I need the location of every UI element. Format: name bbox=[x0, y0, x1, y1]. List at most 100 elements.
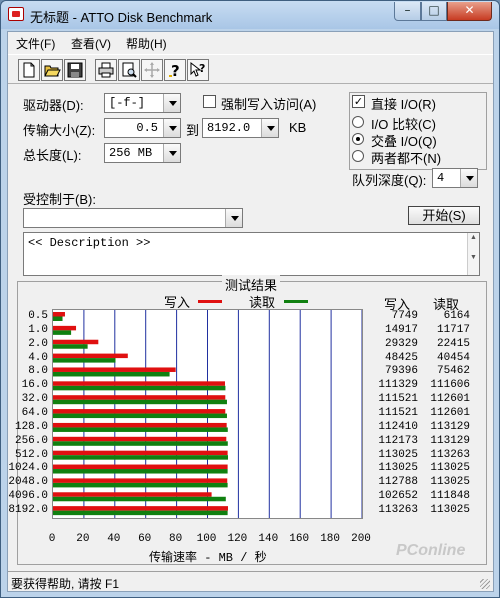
neither-label: 两者都不(N) bbox=[371, 151, 442, 166]
drive-value: [-f-] bbox=[109, 96, 146, 110]
description-scrollbar[interactable]: ▲ ▼ bbox=[467, 233, 479, 275]
neither-radio[interactable] bbox=[352, 150, 364, 162]
y-tick-label: 4.0 bbox=[28, 351, 48, 364]
write-bar bbox=[53, 395, 226, 400]
x-tick-label: 20 bbox=[76, 533, 90, 545]
write-value-cell: 112788 bbox=[378, 476, 418, 489]
overlap-io-radio[interactable] bbox=[352, 133, 364, 145]
resize-grip[interactable] bbox=[480, 579, 490, 589]
io-compare-radio[interactable] bbox=[352, 116, 364, 128]
controlled-by-select[interactable] bbox=[23, 208, 243, 228]
y-tick-label: 2.0 bbox=[28, 337, 48, 350]
transfer-size-label: 传输大小(Z): bbox=[23, 123, 96, 138]
transfer-from-select[interactable]: 0.5 bbox=[104, 118, 181, 138]
chevron-down-icon[interactable] bbox=[163, 119, 180, 137]
new-file-icon[interactable] bbox=[18, 59, 40, 81]
x-tick-label: 40 bbox=[107, 533, 121, 545]
kb-label: KB bbox=[289, 120, 307, 135]
y-tick-label: 8.0 bbox=[28, 365, 48, 378]
menu-bar: 文件(F) 查看(V) 帮助(H) bbox=[8, 32, 493, 52]
toolbar: ? ? bbox=[8, 54, 493, 84]
y-tick-label: 256.0 bbox=[14, 434, 48, 447]
status-bar: 要获得帮助, 请按 F1 bbox=[8, 571, 493, 592]
chart-plot-area bbox=[52, 309, 363, 519]
read-value-cell: 111848 bbox=[430, 490, 470, 503]
y-tick-label: 512.0 bbox=[14, 448, 48, 461]
watermark: PConline bbox=[396, 542, 466, 559]
app-window: 无标题 - ATTO Disk Benchmark – □ ✕ 文件(F) 查看… bbox=[0, 0, 500, 598]
svg-text:?: ? bbox=[171, 62, 180, 80]
transfer-from-value: 0.5 bbox=[136, 121, 158, 135]
app-icon[interactable] bbox=[8, 7, 24, 21]
force-write-checkbox[interactable] bbox=[203, 95, 216, 108]
read-value-cell: 113263 bbox=[430, 448, 470, 461]
close-button[interactable]: ✕ bbox=[447, 2, 492, 21]
chevron-down-icon[interactable] bbox=[163, 144, 180, 162]
total-length-select[interactable]: 256 MB bbox=[104, 143, 181, 163]
client-area: 文件(F) 查看(V) 帮助(H) ? ? 驱动器(D): [-f-] 强制写入… bbox=[7, 31, 494, 592]
menu-file[interactable]: 文件(F) bbox=[16, 35, 55, 52]
menu-help[interactable]: 帮助(H) bbox=[126, 35, 167, 52]
y-tick-label: 1.0 bbox=[28, 323, 48, 336]
x-tick-label: 200 bbox=[351, 533, 371, 545]
minimize-button[interactable]: – bbox=[394, 2, 421, 21]
print-preview-icon[interactable] bbox=[118, 59, 140, 81]
y-tick-label: 8192.0 bbox=[8, 504, 48, 517]
direct-io-checkbox[interactable]: ✓ bbox=[352, 95, 365, 108]
chevron-down-icon[interactable] bbox=[261, 119, 278, 137]
read-bar bbox=[53, 510, 228, 516]
x-tick-label: 80 bbox=[168, 533, 183, 545]
x-tick-label: 140 bbox=[258, 533, 279, 545]
x-tick-label: 120 bbox=[227, 533, 248, 545]
title-bar[interactable]: 无标题 - ATTO Disk Benchmark – □ ✕ bbox=[1, 1, 499, 29]
direct-io-label: 直接 I/O(R) bbox=[371, 97, 436, 112]
transfer-to-select[interactable]: 8192.0 bbox=[202, 118, 279, 138]
x-tick-label: 60 bbox=[138, 533, 152, 545]
x-tick-label: 160 bbox=[289, 533, 310, 545]
move-icon[interactable] bbox=[141, 59, 163, 81]
chevron-down-icon[interactable] bbox=[460, 169, 477, 187]
read-bar bbox=[53, 385, 226, 391]
menu-view[interactable]: 查看(V) bbox=[71, 35, 111, 52]
write-bar bbox=[53, 367, 176, 372]
read-value-cell: 75462 bbox=[436, 365, 470, 378]
write-value-cell: 112410 bbox=[378, 420, 418, 433]
save-icon[interactable] bbox=[64, 59, 86, 81]
queue-depth-select[interactable]: 4 bbox=[432, 168, 478, 188]
read-value-cell: 112601 bbox=[430, 393, 470, 406]
status-text: 要获得帮助, 请按 F1 bbox=[11, 577, 120, 591]
chevron-down-icon[interactable] bbox=[163, 94, 180, 112]
read-value-cell: 6164 bbox=[443, 309, 470, 322]
read-bar bbox=[53, 441, 228, 446]
x-tick-label: 0 bbox=[48, 533, 56, 545]
chevron-down-icon[interactable] bbox=[225, 209, 242, 227]
read-value-cell: 113025 bbox=[430, 462, 470, 475]
drive-select[interactable]: [-f-] bbox=[104, 93, 181, 113]
read-bar bbox=[53, 344, 88, 349]
write-legend-swatch bbox=[198, 300, 222, 303]
x-tick-label: 180 bbox=[320, 533, 340, 545]
read-bar bbox=[53, 399, 227, 405]
write-bar bbox=[53, 506, 228, 511]
maximize-button[interactable]: □ bbox=[421, 2, 447, 21]
context-help-icon[interactable]: ? bbox=[187, 59, 209, 81]
start-button[interactable]: 开始(S) bbox=[408, 206, 480, 225]
y-tick-label: 128.0 bbox=[14, 420, 48, 433]
read-value-cell: 113025 bbox=[430, 504, 470, 517]
write-bar bbox=[53, 492, 212, 497]
window-title: 无标题 - ATTO Disk Benchmark bbox=[30, 10, 213, 25]
print-icon[interactable] bbox=[95, 59, 117, 81]
y-tick-label: 0.5 bbox=[28, 309, 48, 322]
transfer-to-value: 8192.0 bbox=[207, 121, 251, 135]
description-box[interactable]: << Description >> ▲ ▼ bbox=[23, 232, 480, 276]
open-folder-icon[interactable] bbox=[41, 59, 63, 81]
help-icon[interactable]: ? bbox=[164, 59, 186, 81]
read-value-cell: 111606 bbox=[430, 379, 470, 392]
read-bar bbox=[53, 427, 228, 432]
write-value-cell: 7749 bbox=[391, 309, 418, 322]
read-value-cell: 112601 bbox=[430, 407, 470, 419]
read-bar bbox=[53, 330, 72, 335]
write-bar bbox=[53, 353, 128, 359]
to-label: 到 bbox=[186, 123, 200, 138]
read-value-cell: 113129 bbox=[430, 434, 470, 447]
